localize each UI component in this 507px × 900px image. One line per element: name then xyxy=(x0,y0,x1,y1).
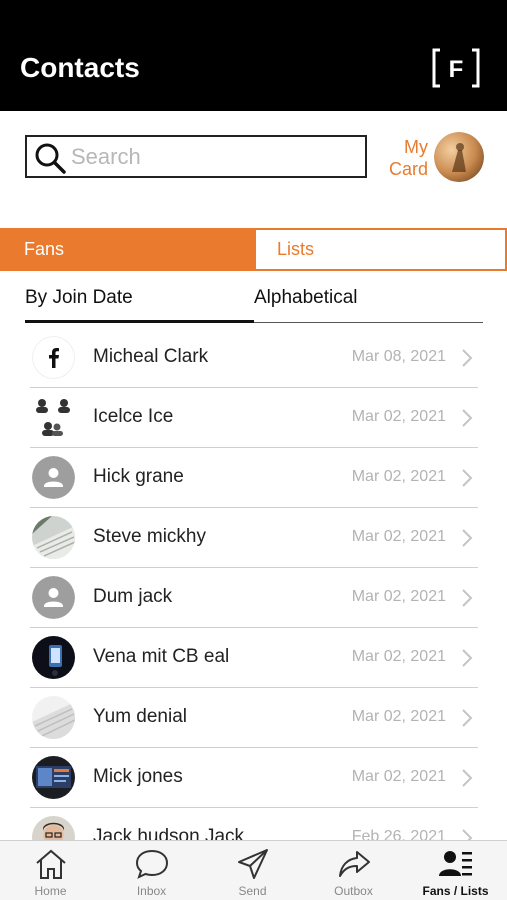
contact-name: Mick jones xyxy=(93,766,183,787)
contact-join-date: Mar 02, 2021 xyxy=(351,408,446,425)
chevron-right-icon xyxy=(462,529,473,547)
chevron-right-icon xyxy=(462,469,473,487)
contact-join-date: Mar 02, 2021 xyxy=(351,648,446,665)
contact-name: Micheal Clark xyxy=(93,346,209,367)
sort-selected-underline xyxy=(25,320,254,323)
tabbar-send-label: Send xyxy=(238,884,267,898)
contact-join-date: Mar 02, 2021 xyxy=(351,768,446,785)
facebook-icon xyxy=(32,336,75,379)
home-icon xyxy=(35,849,66,879)
contact-name: Vena mit CB eal xyxy=(93,646,230,667)
chat-bubble-icon xyxy=(135,849,168,879)
contact-row[interactable]: Icelce Ice Mar 02, 2021 xyxy=(30,388,478,448)
chevron-right-icon xyxy=(462,769,473,787)
bottom-tab-bar: Home Inbox Send Outbox Fans / Lists xyxy=(0,840,507,900)
chevron-right-icon xyxy=(462,349,473,367)
brand-logo: F xyxy=(432,48,480,88)
default-person-icon xyxy=(32,456,75,499)
contact-name: Hick grane xyxy=(93,466,184,487)
tab-fans[interactable]: Fans xyxy=(0,228,254,271)
contact-row[interactable]: Dum jack Mar 02, 2021 xyxy=(30,568,478,628)
sort-options: By Join Date Alphabetical xyxy=(25,283,483,323)
app-header: Contacts F xyxy=(0,0,507,111)
photo-keyboard-avatar xyxy=(32,696,75,739)
search-icon xyxy=(35,143,66,174)
segment-tabs: Fans Lists xyxy=(0,228,507,271)
my-card-avatar xyxy=(434,132,484,182)
my-card-label: My Card xyxy=(382,136,428,180)
chevron-right-icon xyxy=(462,409,473,427)
contact-join-date: Mar 02, 2021 xyxy=(351,588,446,605)
contact-join-date: Mar 08, 2021 xyxy=(351,348,446,365)
tab-lists[interactable]: Lists xyxy=(254,228,507,271)
sort-alphabetical-label: Alphabetical xyxy=(254,287,358,308)
contact-name: Dum jack xyxy=(93,586,173,607)
sort-by-join-date[interactable]: By Join Date xyxy=(25,283,254,322)
my-card-button[interactable]: My Card xyxy=(382,132,487,184)
search-input[interactable] xyxy=(71,141,361,173)
contact-row[interactable]: Steve mickhy Mar 02, 2021 xyxy=(30,508,478,568)
logo-letter: F xyxy=(449,56,464,83)
group-avatar xyxy=(32,396,75,439)
default-person-icon xyxy=(32,576,75,619)
contact-row[interactable]: Yum denial Mar 02, 2021 xyxy=(30,688,478,748)
contact-join-date: Mar 02, 2021 xyxy=(351,468,446,485)
tabbar-inbox-label: Inbox xyxy=(136,884,167,898)
photo-keyboard-avatar xyxy=(32,516,75,559)
sort-alphabetical[interactable]: Alphabetical xyxy=(254,283,483,322)
chevron-right-icon xyxy=(462,709,473,727)
tabbar-fans-lists[interactable]: Fans / Lists xyxy=(404,841,507,900)
sort-by-join-date-label: By Join Date xyxy=(25,287,133,308)
contacts-list-icon xyxy=(438,851,472,876)
my-card-label-line1: My xyxy=(404,137,428,157)
tabbar-home[interactable]: Home xyxy=(0,841,101,900)
contact-row[interactable]: Mick jones Mar 02, 2021 xyxy=(30,748,478,808)
contact-row[interactable]: Hick grane Mar 02, 2021 xyxy=(30,448,478,508)
tabbar-fans-lists-label: Fans / Lists xyxy=(422,884,489,898)
contact-name: Icelce Ice xyxy=(93,406,174,427)
contact-row[interactable]: Micheal Clark Mar 08, 2021 xyxy=(30,328,478,388)
chevron-right-icon xyxy=(462,649,473,667)
contact-row[interactable]: Vena mit CB eal Mar 02, 2021 xyxy=(30,628,478,688)
photo-laptop-avatar xyxy=(32,756,75,799)
tabbar-send[interactable]: Send xyxy=(202,841,303,900)
share-arrow-icon xyxy=(338,851,370,877)
contact-list: Micheal Clark Mar 08, 2021 Icelce Ice Ma… xyxy=(30,328,478,868)
my-card-label-line2: Card xyxy=(388,159,428,179)
tabbar-outbox[interactable]: Outbox xyxy=(303,841,404,900)
tabbar-home-label: Home xyxy=(34,884,67,898)
paper-plane-icon xyxy=(237,849,268,879)
photo-phone-avatar xyxy=(32,636,75,679)
tabbar-inbox[interactable]: Inbox xyxy=(101,841,202,900)
page-title: Contacts xyxy=(20,52,140,83)
search-box[interactable] xyxy=(25,135,367,178)
contact-name: Steve mickhy xyxy=(93,526,206,547)
contact-join-date: Mar 02, 2021 xyxy=(351,708,446,725)
contact-join-date: Mar 02, 2021 xyxy=(351,528,446,545)
contact-name: Yum denial xyxy=(93,706,188,727)
tabbar-outbox-label: Outbox xyxy=(334,884,373,898)
chevron-right-icon xyxy=(462,589,473,607)
